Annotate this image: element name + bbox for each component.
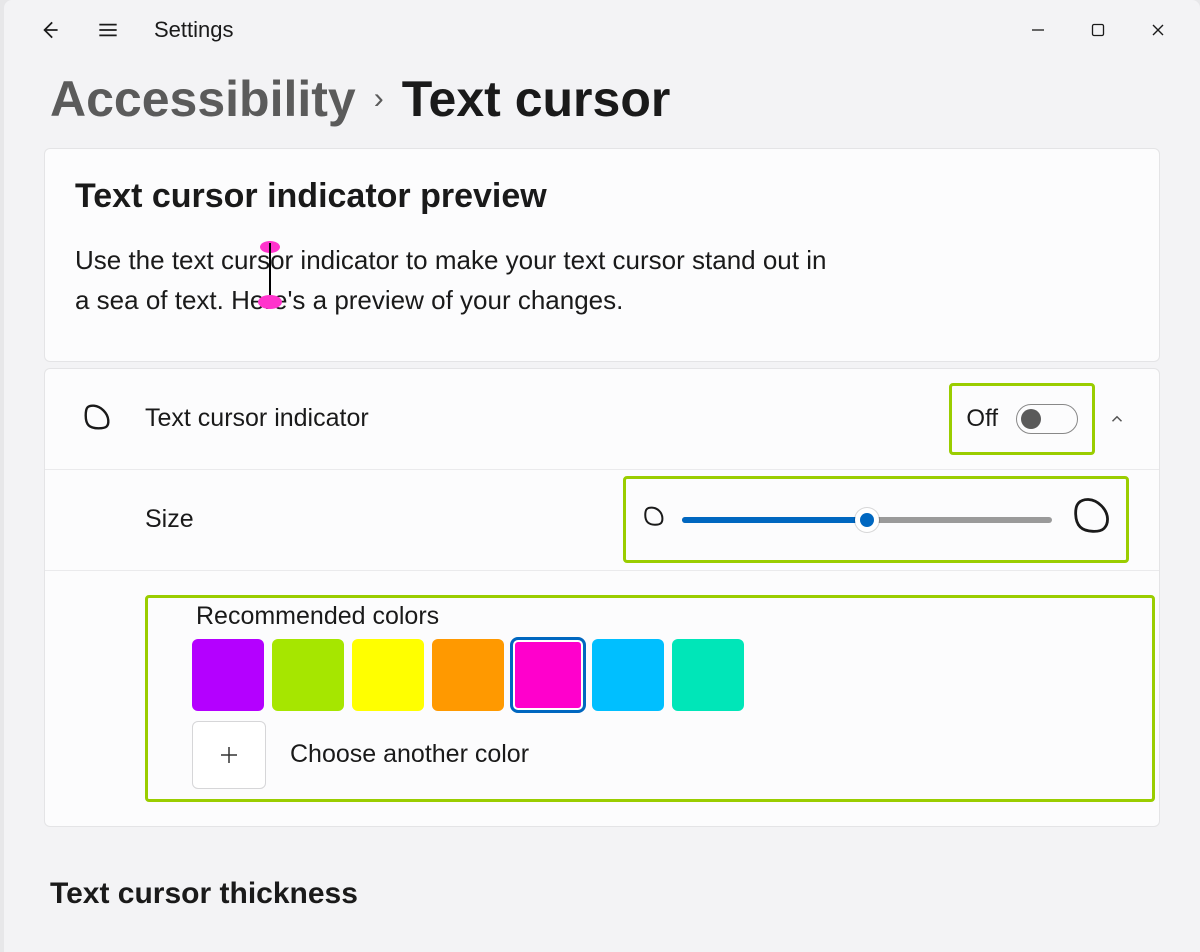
breadcrumb-current: Text cursor (402, 70, 671, 128)
color-swatch-1[interactable] (272, 639, 344, 711)
titlebar: Settings (4, 0, 1200, 60)
colors-row: Recommended colors Choose another color (45, 571, 1159, 826)
minimize-button[interactable] (1008, 10, 1068, 50)
preview-title: Text cursor indicator preview (75, 177, 1129, 216)
slider-thumb[interactable] (855, 508, 879, 532)
add-color-button[interactable] (192, 721, 266, 789)
size-slider[interactable] (682, 517, 1052, 523)
window: Settings Accessibility › Text cursor Tex… (4, 0, 1200, 952)
color-swatch-2[interactable] (352, 639, 424, 711)
maximize-button[interactable] (1068, 10, 1128, 50)
custom-color-row[interactable]: Choose another color (192, 721, 772, 789)
breadcrumb-parent[interactable]: Accessibility (50, 70, 356, 128)
colors-highlight: Recommended colors Choose another color (145, 595, 1155, 802)
size-slider-highlight (623, 476, 1129, 563)
preview-text-before: Use the text curs (75, 245, 270, 275)
size-row: Size (45, 470, 1159, 571)
swatch-list (192, 639, 772, 711)
menu-button[interactable] (92, 14, 124, 46)
indicator-label: Text cursor indicator (145, 404, 369, 433)
settings-card: Text cursor indicator Off Size (44, 368, 1160, 827)
preview-card: Text cursor indicator preview Use the te… (44, 148, 1160, 362)
content: Text cursor indicator preview Use the te… (4, 148, 1200, 911)
color-swatch-5[interactable] (592, 639, 664, 711)
color-swatch-3[interactable] (432, 639, 504, 711)
chevron-right-icon: › (374, 82, 384, 116)
size-label: Size (145, 505, 194, 534)
color-swatch-6[interactable] (672, 639, 744, 711)
colors-title: Recommended colors (196, 602, 772, 631)
color-swatch-4[interactable] (512, 639, 584, 711)
slider-fill (682, 517, 867, 523)
custom-color-label: Choose another color (290, 740, 529, 769)
chevron-up-icon[interactable] (1105, 407, 1129, 431)
indicator-icon (75, 399, 115, 439)
indicator-row[interactable]: Text cursor indicator Off (45, 369, 1159, 470)
size-max-icon (1066, 493, 1114, 546)
back-button[interactable] (34, 14, 66, 46)
thickness-title: Text cursor thickness (50, 877, 1160, 911)
toggle-state-label: Off (966, 405, 998, 433)
size-min-icon (638, 502, 668, 537)
close-button[interactable] (1128, 10, 1188, 50)
app-title: Settings (154, 17, 234, 43)
preview-text: Use the text cursor indicator to make yo… (75, 240, 835, 321)
color-swatch-0[interactable] (192, 639, 264, 711)
indicator-toggle[interactable] (1016, 404, 1078, 434)
breadcrumb: Accessibility › Text cursor (4, 60, 1200, 148)
toggle-highlight: Off (949, 383, 1095, 455)
